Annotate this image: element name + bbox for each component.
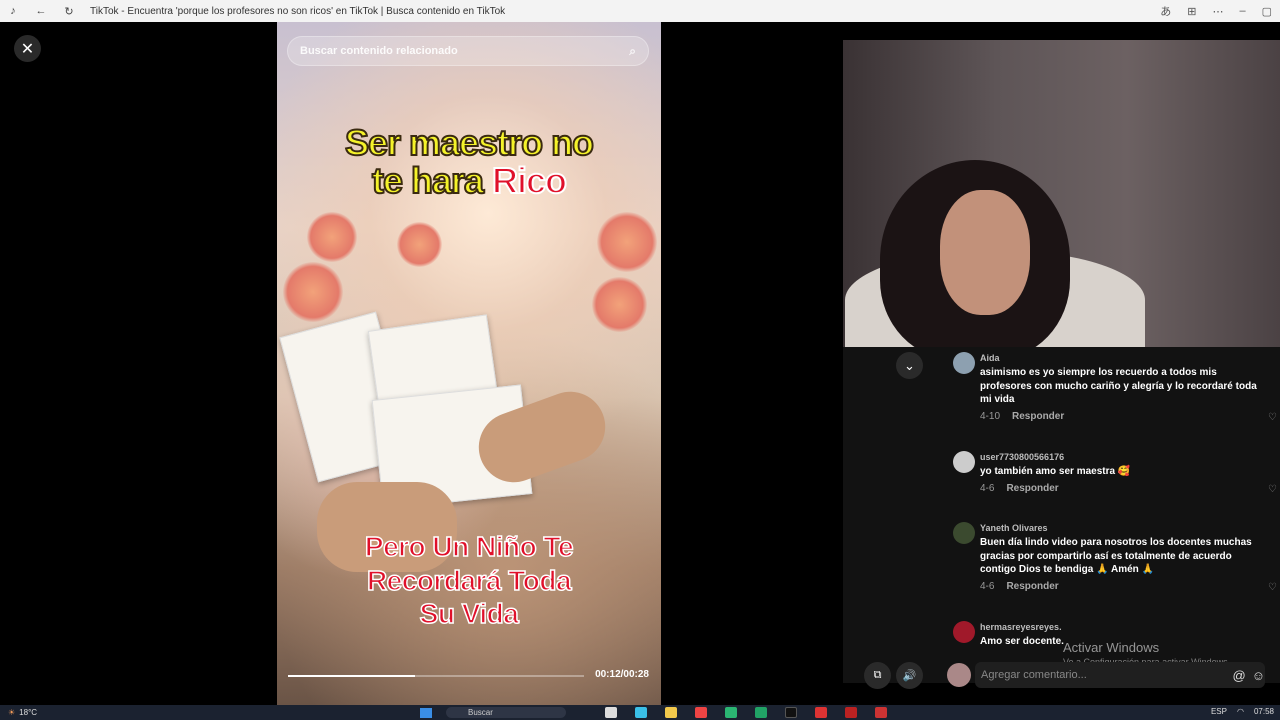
pip-button[interactable]: ⧉ [864,662,891,689]
chevron-down-icon: ⌄ [904,357,915,373]
flower-decoration [283,262,343,322]
caption-bottom-line2: Recordará Toda [366,564,572,596]
comment-date: 4-6 [980,483,995,494]
taskbar-app-icon[interactable] [875,707,887,718]
webcam-person-face [940,190,1030,315]
comment-user[interactable]: hermasreyesreyes. [980,622,1062,632]
avatar[interactable] [953,352,975,374]
video-progress-bar[interactable] [288,675,584,677]
search-icon[interactable]: ⌕ [629,44,636,59]
comment-input-placeholder: Agregar comentario... [981,669,1087,681]
heart-icon[interactable]: ♡ [1268,412,1277,423]
related-search-input[interactable]: Buscar contenido relacionado ⌕ [287,36,649,66]
speaker-icon: 🔊 [902,670,917,682]
comment-user[interactable]: user7730800566176 [980,452,1064,462]
caption-top-rico: Rico [491,159,568,201]
comment-user[interactable]: Yaneth Olivares [980,523,1048,533]
back-arrow-icon[interactable]: ← [34,4,48,18]
taskbar-app-icon[interactable] [695,707,707,718]
comment-item: Aida asimismo es yo siempre los recuerdo… [953,352,1277,432]
browser-title-bar: ♪ ← ↻ TikTok - Encuentra 'porque los pro… [0,0,1280,22]
weather-icon: ☀ [8,708,16,717]
clock[interactable]: 07:58 [1254,707,1274,716]
app-install-icon[interactable]: ⊞ [1187,5,1196,18]
weather-temp: 18°C [19,708,38,717]
system-tray: ESP ◠ 07:58 [1211,707,1274,716]
weather-widget[interactable]: ☀ 18°C [8,708,37,717]
volume-button[interactable]: 🔊 [896,662,923,689]
restore-icon[interactable]: ▢ [1262,5,1272,18]
heart-icon[interactable]: ♡ [1268,582,1277,593]
caption-top-line2: te hara Rico [277,159,661,201]
taskbar-app-icon[interactable] [815,707,827,718]
close-icon: ✕ [20,40,35,58]
wifi-icon[interactable]: ◠ [1237,707,1244,716]
mention-icon[interactable]: @ [1233,668,1246,683]
comment-text: yo también amo ser maestra 🥰 [980,466,1131,477]
flower-decoration [597,212,657,272]
window-title: TikTok - Encuentra 'porque los profesore… [90,5,506,17]
flower-decoration [307,212,357,262]
reply-button[interactable]: Responder [1012,411,1064,422]
taskbar-app-icon[interactable] [635,707,647,718]
video-time: 00:12/00:28 [595,669,649,680]
taskbar-app-icon[interactable] [725,707,737,718]
related-search-placeholder: Buscar contenido relacionado [300,45,458,57]
comment-text: asimismo es yo siempre los recuerdo a to… [980,367,1257,405]
comment-input-icons: @ ☺ [1233,662,1265,688]
comment-date: 4-10 [980,411,1001,422]
caption-top-line2-a: te hara [371,159,493,201]
caption-bottom-line3: Su Vida [419,597,520,630]
picture-in-picture-icon: ⧉ [873,669,882,681]
window-controls: あ ⊞ ⋯ – ▢ [1160,0,1272,22]
flower-decoration [397,222,442,267]
video-progress-fill [288,675,416,677]
tiktok-taskbar-icon[interactable] [785,707,797,718]
windows-taskbar: ☀ 18°C Buscar ESP ◠ 07:58 [0,705,1280,720]
reply-button[interactable]: Responder [1006,483,1058,494]
avatar[interactable] [953,621,975,643]
video-player[interactable]: Buscar contenido relacionado ⌕ Ser maest… [277,22,661,705]
comment-meta: 4-10 Responder [980,411,1064,422]
avatar[interactable] [953,451,975,473]
taskbar-app-icon[interactable] [605,707,617,718]
caption-bottom: Pero Un Niño Te Recordará Toda Su Vida [277,530,661,631]
comment-date: 4-6 [980,581,995,592]
start-button[interactable] [420,708,432,718]
translate-icon[interactable]: あ [1160,3,1171,19]
caption-top-line1: Ser maestro no [344,122,595,163]
more-icon[interactable]: ⋯ [1212,5,1223,18]
avatar[interactable] [953,522,975,544]
flower-decoration [592,277,647,332]
taskbar-search-label: Buscar [468,708,493,717]
taskbar-app-icon[interactable] [845,707,857,718]
my-avatar[interactable] [947,663,971,687]
caption-top: Ser maestro no te hara Rico [277,122,661,201]
reload-icon[interactable]: ↻ [62,4,76,18]
caption-bottom-line1: Pero Un Niño Te [364,530,574,562]
comment-user[interactable]: Aida [980,353,1000,363]
next-video-button[interactable]: ⌄ [896,352,923,379]
comment-meta: 4-6 Responder [980,581,1059,592]
comment-item: user7730800566176 yo también amo ser mae… [953,451,1277,501]
taskbar-app-icon[interactable] [755,707,767,718]
folder-icon[interactable] [665,707,677,718]
taskbar-search[interactable]: Buscar [446,707,566,718]
comment-text: Buen día lindo video para nosotros los d… [980,537,1252,575]
comment-meta: 4-6 Responder [980,483,1059,494]
windows-activation-title: Activar Windows [1063,640,1160,655]
comment-item: Yaneth Olivares Buen día lindo video par… [953,522,1277,602]
reply-button[interactable]: Responder [1006,581,1058,592]
emoji-icon[interactable]: ☺ [1252,668,1265,683]
close-button[interactable]: ✕ [14,35,41,62]
language-indicator[interactable]: ESP [1211,707,1227,716]
tiktok-logo-icon: ♪ [10,5,16,17]
heart-icon[interactable]: ♡ [1268,484,1277,495]
minimize-icon[interactable]: – [1239,5,1245,17]
comment-input[interactable]: Agregar comentario... @ ☺ [975,662,1265,688]
